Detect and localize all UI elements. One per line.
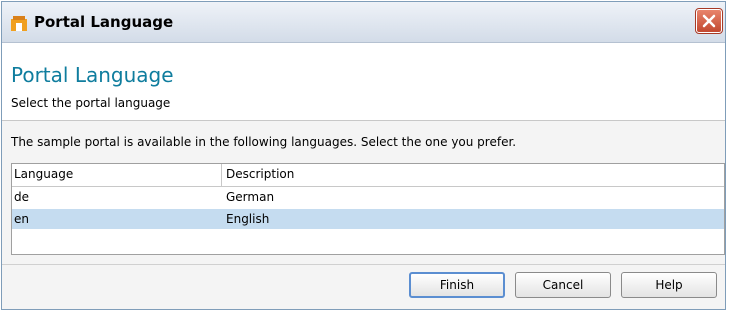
- column-header-language[interactable]: Language: [14, 164, 73, 184]
- page-title: Portal Language: [11, 63, 174, 87]
- page-subtitle: Select the portal language: [11, 96, 171, 110]
- table-header: Language Description: [12, 164, 724, 187]
- row-language: en: [14, 212, 29, 226]
- title-bar[interactable]: Portal Language: [2, 2, 725, 43]
- row-language: de: [14, 190, 29, 204]
- row-description: English: [226, 212, 270, 226]
- column-header-description[interactable]: Description: [226, 164, 294, 184]
- footer-divider: [2, 264, 725, 265]
- table-row[interactable]: en English: [12, 209, 724, 229]
- finish-button[interactable]: Finish: [409, 272, 505, 298]
- language-table[interactable]: Language Description de German en Englis…: [11, 163, 725, 255]
- portal-app-icon: [10, 14, 28, 32]
- help-button[interactable]: Help: [621, 272, 717, 298]
- dialog-window: Portal Language Portal Language Select t…: [1, 1, 726, 310]
- dialog-header: Portal Language Select the portal langua…: [2, 43, 725, 121]
- intro-text: The sample portal is available in the fo…: [11, 135, 517, 149]
- window-title: Portal Language: [34, 13, 174, 31]
- column-divider[interactable]: [221, 164, 222, 186]
- cancel-button[interactable]: Cancel: [515, 272, 611, 298]
- close-icon: [702, 14, 716, 28]
- close-button[interactable]: [695, 8, 723, 34]
- table-row[interactable]: de German: [12, 187, 724, 207]
- row-description: German: [226, 190, 275, 204]
